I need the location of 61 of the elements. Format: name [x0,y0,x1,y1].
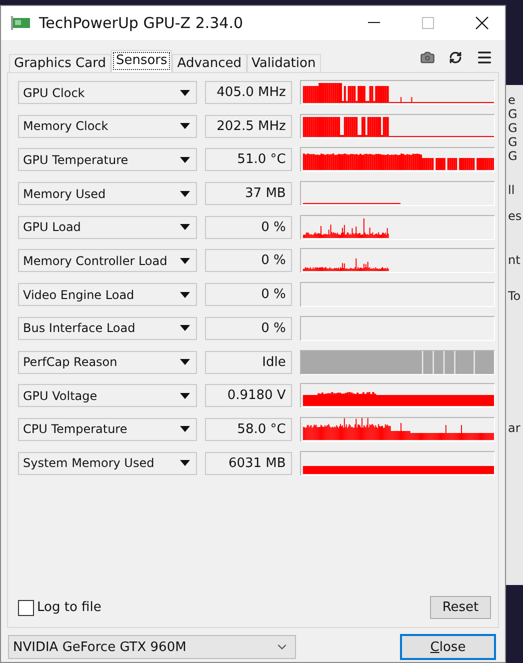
sensor-dropdown[interactable]: PerfCap Reason [18,350,197,374]
log-to-file-checkbox[interactable]: Log to file [18,600,102,616]
caret-icon [180,190,190,197]
app-icon [11,15,31,31]
sensor-value: 0 % [204,316,292,340]
sensor-value: Idle [204,350,292,374]
camera-icon[interactable] [420,50,435,65]
caret-icon [180,258,190,264]
sensor-value: 0 % [204,216,292,239]
background-text: e [508,93,516,107]
sensor-dropdown[interactable]: GPU Voltage [18,384,197,408]
caret-icon [180,156,190,163]
caret-icon [180,460,190,466]
sensor-dropdown[interactable]: Memory Clock [18,114,197,138]
background-text: G [508,149,518,163]
sensor-dropdown[interactable]: Memory Used [18,182,197,206]
close-button[interactable]: Close [400,634,496,660]
caret-icon [180,292,190,298]
background-text: es [508,209,523,223]
background-text: ll [508,183,516,197]
tab[interactable]: Graphics Card [9,54,111,72]
tab[interactable]: Sensors [110,50,172,72]
refresh-icon[interactable] [449,51,462,64]
sensor-dropdown[interactable]: Memory Controller Load [18,249,197,272]
background-text: To [508,289,522,303]
sensor-value: 6031 MB [204,452,292,475]
sensor-value: 202.5 MHz [204,114,292,138]
caret-icon [180,325,190,332]
close-icon[interactable] [475,16,489,30]
sensor-dropdown[interactable]: GPU Temperature [18,148,197,172]
sensor-value: 0 % [204,283,292,306]
background-text: nt [508,253,522,267]
background-text: ar [508,421,522,435]
caret-icon [180,224,190,230]
sensor-dropdown[interactable]: GPU Clock [18,81,197,104]
menu-icon[interactable] [476,49,493,66]
tab[interactable]: Advanced [172,54,247,72]
sensor-dropdown[interactable]: Bus Interface Load [18,316,197,340]
caret-icon [180,123,190,130]
sensor-dropdown[interactable]: Video Engine Load [18,283,197,306]
sensor-dropdown[interactable]: System Memory Used [18,452,197,475]
tab[interactable]: Validation [246,54,321,72]
sensor-value: 51.0 °C [204,148,292,172]
sensor-value: 0.9180 V [204,384,292,408]
sensor-value: 58.0 °C [204,418,292,441]
background-text: G [508,135,518,149]
caret-icon [180,426,190,432]
sensor-value: 405.0 MHz [204,81,292,104]
reset-button[interactable]: Reset [430,596,491,619]
sensor-value: 0 % [204,249,292,272]
caret-icon [180,359,190,365]
gpu-select[interactable]: NVIDIA GeForce GTX 960M [8,635,296,659]
background-text: G [508,121,518,135]
minimize-icon[interactable] [368,22,380,24]
caret-icon [180,392,190,399]
sensor-dropdown[interactable]: GPU Load [18,216,197,239]
window-title: TechPowerUp GPU-Z 2.34.0 [39,14,244,32]
caret-icon [180,90,190,96]
background-text: G [508,107,518,121]
sensor-dropdown[interactable]: CPU Temperature [18,418,197,441]
sensor-value: 37 MB [204,182,292,206]
